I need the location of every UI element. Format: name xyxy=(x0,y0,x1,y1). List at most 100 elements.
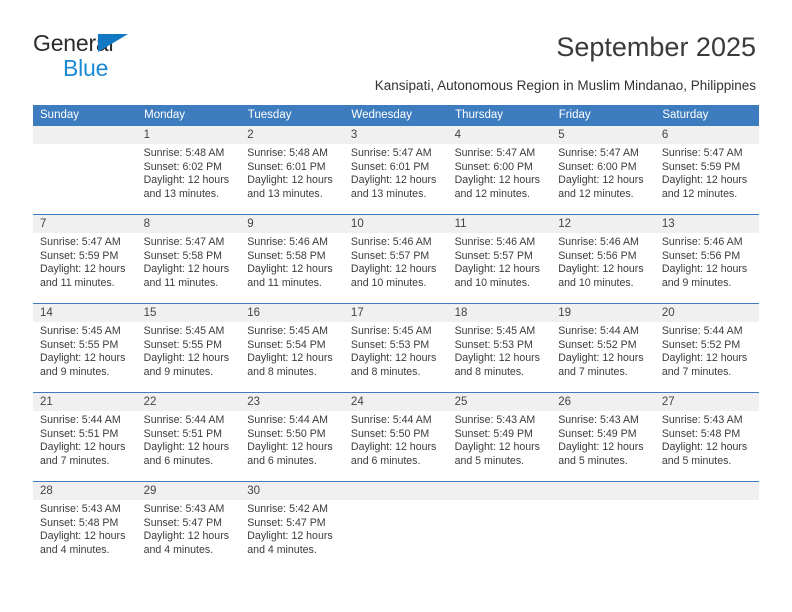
sunset-text: Sunset: 5:59 PM xyxy=(661,160,741,173)
day-number xyxy=(447,482,552,500)
sunrise-text: Sunrise: 5:43 AM xyxy=(40,503,121,515)
calendar-day-cell[interactable]: 1 Sunrise: 5:48 AM Sunset: 6:02 PM Daylight… xyxy=(136,125,241,215)
calendar-day-cell[interactable]: 28 Sunrise: 5:43 AM Sunset: 5:48 PM Dayligh… xyxy=(33,481,137,571)
generalblue-logo[interactable]: General Blue xyxy=(33,32,163,80)
calendar-day-cell[interactable]: 5 Sunrise: 5:47 AM Sunset: 6:00 PM Daylight… xyxy=(551,125,655,215)
calendar-day-cell[interactable]: 2 Sunrise: 5:48 AM Sunset: 6:01 PM Daylight… xyxy=(240,125,344,215)
day-details: Sunrise: 5:47 AM Sunset: 5:59 PM Daylight:… xyxy=(655,144,759,201)
sunset-text: Sunset: 5:58 PM xyxy=(143,249,222,262)
calendar-day-cell[interactable]: 12 Sunrise: 5:46 AM Sunset: 5:56 PM Dayligh… xyxy=(551,214,655,304)
calendar-day-cell[interactable]: 15 Sunrise: 5:45 AM Sunset: 5:55 PM Dayligh… xyxy=(136,303,241,393)
day-number: 13 xyxy=(654,215,759,233)
sunrise-text: Sunrise: 5:45 AM xyxy=(40,325,121,337)
sunset-text: Sunset: 5:47 PM xyxy=(143,516,222,529)
weekday-header-monday: Monday xyxy=(136,105,241,126)
calendar-day-cell[interactable]: 10 Sunrise: 5:46 AM Sunset: 5:57 PM Dayligh… xyxy=(343,214,448,304)
sunrise-text: Sunrise: 5:44 AM xyxy=(143,414,225,426)
calendar-day-cell[interactable]: 6 Sunrise: 5:47 AM Sunset: 5:59 PM Daylight… xyxy=(654,125,759,215)
calendar-day-cell[interactable]: 25 Sunrise: 5:43 AM Sunset: 5:49 PM Dayligh… xyxy=(447,392,552,482)
sunset-text: Sunset: 6:00 PM xyxy=(454,160,533,173)
day-number xyxy=(551,482,655,500)
daylight-text: Daylight: 12 hours and 13 minutes. xyxy=(143,174,230,200)
calendar-day-cell[interactable]: 13 Sunrise: 5:46 AM Sunset: 5:56 PM Dayligh… xyxy=(654,214,759,304)
calendar-day-cell[interactable]: 23 Sunrise: 5:44 AM Sunset: 5:50 PM Dayligh… xyxy=(240,392,344,482)
calendar-day-cell[interactable]: 27 Sunrise: 5:43 AM Sunset: 5:48 PM Dayligh… xyxy=(654,392,759,482)
day-number: 28 xyxy=(33,482,137,500)
daylight-text: Daylight: 12 hours and 7 minutes. xyxy=(40,441,126,467)
sunrise-text: Sunrise: 5:45 AM xyxy=(247,325,328,337)
sunrise-text: Sunrise: 5:45 AM xyxy=(350,325,432,337)
sunrise-text: Sunrise: 5:46 AM xyxy=(558,236,639,248)
daylight-text: Daylight: 12 hours and 10 minutes. xyxy=(454,263,540,289)
sunset-text: Sunset: 5:50 PM xyxy=(247,427,326,440)
daylight-text: Daylight: 12 hours and 4 minutes. xyxy=(247,530,333,556)
calendar-table: Sunday Monday Tuesday Wednesday Thursday Frid… xyxy=(33,105,759,571)
calendar-day-cell[interactable]: 16 Sunrise: 5:45 AM Sunset: 5:54 PM Dayligh… xyxy=(240,303,344,393)
calendar-day-cell[interactable]: 7 Sunrise: 5:47 AM Sunset: 5:59 PM Daylight… xyxy=(33,214,137,304)
day-details: Sunrise: 5:46 AM Sunset: 5:56 PM Daylight:… xyxy=(551,233,655,290)
logo-text-blue: Blue xyxy=(63,55,109,81)
daylight-text: Daylight: 12 hours and 8 minutes. xyxy=(350,352,437,378)
calendar-day-cell[interactable]: 11 Sunrise: 5:46 AM Sunset: 5:57 PM Dayligh… xyxy=(447,214,552,304)
day-number: 14 xyxy=(33,304,137,322)
day-details: Sunrise: 5:46 AM Sunset: 5:57 PM Daylight:… xyxy=(448,233,552,290)
day-details: Sunrise: 5:44 AM Sunset: 5:52 PM Daylight:… xyxy=(551,322,655,379)
day-details: Sunrise: 5:45 AM Sunset: 5:53 PM Daylight:… xyxy=(344,322,448,379)
day-details: Sunrise: 5:43 AM Sunset: 5:49 PM Daylight:… xyxy=(551,411,655,468)
calendar-day-cell[interactable]: 22 Sunrise: 5:44 AM Sunset: 5:51 PM Dayligh… xyxy=(136,392,241,482)
day-details: Sunrise: 5:44 AM Sunset: 5:50 PM Daylight:… xyxy=(240,411,344,468)
sunset-text: Sunset: 5:49 PM xyxy=(558,427,637,440)
day-details: Sunrise: 5:47 AM Sunset: 6:00 PM Daylight:… xyxy=(551,144,655,201)
calendar-day-cell[interactable]: 21 Sunrise: 5:44 AM Sunset: 5:51 PM Dayligh… xyxy=(33,392,137,482)
calendar-day-cell[interactable]: 4 Sunrise: 5:47 AM Sunset: 6:00 PM Daylight… xyxy=(447,125,552,215)
sunset-text: Sunset: 5:49 PM xyxy=(454,427,533,440)
calendar-day-cell[interactable]: 8 Sunrise: 5:47 AM Sunset: 5:58 PM Daylight… xyxy=(136,214,241,304)
calendar-day-cell[interactable]: 17 Sunrise: 5:45 AM Sunset: 5:53 PM Dayligh… xyxy=(343,303,448,393)
sunset-text: Sunset: 5:48 PM xyxy=(661,427,741,440)
calendar-day-cell[interactable]: 29 Sunrise: 5:43 AM Sunset: 5:47 PM Dayligh… xyxy=(136,481,241,571)
sunset-text: Sunset: 5:55 PM xyxy=(40,338,119,351)
sunset-text: Sunset: 5:53 PM xyxy=(350,338,430,351)
day-number: 25 xyxy=(447,393,552,411)
day-number: 18 xyxy=(447,304,552,322)
sunset-text: Sunset: 5:52 PM xyxy=(661,338,741,351)
day-details: Sunrise: 5:47 AM Sunset: 6:01 PM Daylight:… xyxy=(344,144,448,201)
sunset-text: Sunset: 5:58 PM xyxy=(247,249,326,262)
sunset-text: Sunset: 5:56 PM xyxy=(661,249,741,262)
day-details: Sunrise: 5:46 AM Sunset: 5:58 PM Daylight:… xyxy=(240,233,344,290)
calendar-day-cell[interactable]: 20 Sunrise: 5:44 AM Sunset: 5:52 PM Dayligh… xyxy=(654,303,759,393)
day-number: 7 xyxy=(33,215,137,233)
sunrise-text: Sunrise: 5:43 AM xyxy=(454,414,536,426)
calendar-day-cell[interactable]: 26 Sunrise: 5:43 AM Sunset: 5:49 PM Dayligh… xyxy=(551,392,655,482)
day-details: Sunrise: 5:44 AM Sunset: 5:52 PM Daylight:… xyxy=(655,322,759,379)
triangle-icon xyxy=(98,34,128,52)
day-number: 20 xyxy=(654,304,759,322)
calendar-day-cell[interactable]: 18 Sunrise: 5:45 AM Sunset: 5:53 PM Dayligh… xyxy=(447,303,552,393)
day-details: Sunrise: 5:45 AM Sunset: 5:53 PM Daylight:… xyxy=(448,322,552,379)
weekday-header-saturday: Saturday xyxy=(654,105,759,126)
day-number: 29 xyxy=(136,482,241,500)
sunrise-text: Sunrise: 5:46 AM xyxy=(350,236,432,248)
weekday-header-thursday: Thursday xyxy=(447,105,552,126)
day-number: 19 xyxy=(551,304,655,322)
calendar-day-cell[interactable]: 14 Sunrise: 5:45 AM Sunset: 5:55 PM Dayligh… xyxy=(33,303,137,393)
sunset-text: Sunset: 5:47 PM xyxy=(247,516,326,529)
calendar-day-cell[interactable]: 3 Sunrise: 5:47 AM Sunset: 6:01 PM Daylight… xyxy=(343,125,448,215)
daylight-text: Daylight: 12 hours and 12 minutes. xyxy=(558,174,644,200)
sunrise-text: Sunrise: 5:47 AM xyxy=(40,236,121,248)
sunset-text: Sunset: 5:48 PM xyxy=(40,516,119,529)
day-number: 23 xyxy=(240,393,344,411)
sunrise-text: Sunrise: 5:46 AM xyxy=(454,236,536,248)
sunset-text: Sunset: 6:02 PM xyxy=(143,160,222,173)
calendar-day-cell[interactable]: 30 Sunrise: 5:42 AM Sunset: 5:47 PM Dayligh… xyxy=(240,481,344,571)
day-details: Sunrise: 5:46 AM Sunset: 5:56 PM Daylight:… xyxy=(655,233,759,290)
sunrise-text: Sunrise: 5:46 AM xyxy=(661,236,743,248)
sunrise-text: Sunrise: 5:44 AM xyxy=(247,414,328,426)
calendar-day-cell[interactable]: 24 Sunrise: 5:44 AM Sunset: 5:50 PM Dayligh… xyxy=(343,392,448,482)
sunrise-text: Sunrise: 5:46 AM xyxy=(247,236,328,248)
day-details: Sunrise: 5:43 AM Sunset: 5:48 PM Daylight:… xyxy=(33,500,137,557)
day-details: Sunrise: 5:43 AM Sunset: 5:48 PM Daylight:… xyxy=(655,411,759,468)
calendar-day-cell[interactable]: 9 Sunrise: 5:46 AM Sunset: 5:58 PM Daylight… xyxy=(240,214,344,304)
calendar-day-cell[interactable]: 19 Sunrise: 5:44 AM Sunset: 5:52 PM Dayligh… xyxy=(551,303,655,393)
daylight-text: Daylight: 12 hours and 6 minutes. xyxy=(350,441,437,467)
